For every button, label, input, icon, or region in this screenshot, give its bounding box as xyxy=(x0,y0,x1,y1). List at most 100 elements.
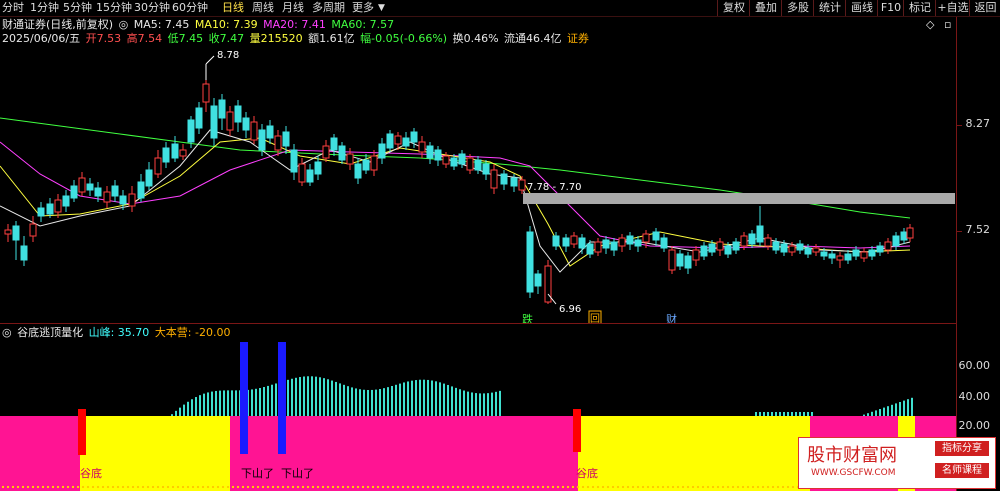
overlay-button[interactable]: 叠加 xyxy=(749,0,782,16)
dot xyxy=(387,486,389,488)
dot xyxy=(317,486,319,488)
more-dropdown-icon[interactable]: ▼ xyxy=(378,1,385,15)
dot xyxy=(142,486,144,488)
candle-body xyxy=(12,225,20,241)
settings-icon[interactable]: ◎ xyxy=(119,18,129,31)
candle-body xyxy=(394,135,402,145)
dot xyxy=(357,486,359,488)
candle-body xyxy=(402,137,410,147)
candle-body xyxy=(62,195,70,207)
period-tab-60min[interactable]: 60分钟 xyxy=(172,1,208,15)
dot xyxy=(662,486,664,488)
dot xyxy=(37,486,39,488)
dot xyxy=(742,486,744,488)
dot xyxy=(652,486,654,488)
period-tab-daily[interactable]: 日线 xyxy=(222,1,244,15)
candle-body xyxy=(906,227,914,239)
period-tab-timeshare[interactable]: 分时 xyxy=(2,1,24,15)
period-tab-5min[interactable]: 5分钟 xyxy=(63,1,92,15)
valley-signal xyxy=(573,409,581,452)
candle-body xyxy=(418,141,426,153)
ma10-value: MA10: 7.39 xyxy=(194,18,258,31)
period-tab-1min[interactable]: 1分钟 xyxy=(30,1,59,15)
period-toolbar: 分时 1分钟 5分钟 15分钟 30分钟 60分钟 日线 周线 月线 多周期 更… xyxy=(0,0,1000,17)
dot xyxy=(447,486,449,488)
dot xyxy=(182,486,184,488)
dot xyxy=(242,486,244,488)
dot xyxy=(267,486,269,488)
adjust-button[interactable]: 复权 xyxy=(717,0,750,16)
period-tab-more[interactable]: 更多 xyxy=(352,1,374,15)
period-tab-weekly[interactable]: 周线 xyxy=(252,1,274,15)
dot xyxy=(622,486,624,488)
dot xyxy=(782,486,784,488)
mark-button[interactable]: 标记 xyxy=(903,0,936,16)
candle-body xyxy=(804,247,812,255)
period-tab-15min[interactable]: 15分钟 xyxy=(96,1,132,15)
candle-body xyxy=(46,203,54,215)
dot xyxy=(762,486,764,488)
dot xyxy=(7,486,9,488)
range-band-label: 7.78 - 7.70 xyxy=(527,182,582,193)
candle-body xyxy=(796,243,804,251)
dot xyxy=(202,486,204,488)
candle-body xyxy=(490,169,498,189)
dot xyxy=(692,486,694,488)
dot xyxy=(157,486,159,488)
dot xyxy=(647,486,649,488)
change-value: 幅-0.05(-0.66%) xyxy=(360,32,448,45)
candle-body xyxy=(828,253,836,259)
stats-button[interactable]: 统计 xyxy=(813,0,846,16)
max-pointer xyxy=(205,55,215,65)
dot xyxy=(527,486,529,488)
dot xyxy=(497,486,499,488)
quote-line: 2025/06/06/五 开7.53 高7.54 低7.45 收7.47 量21… xyxy=(2,32,591,46)
dot xyxy=(272,486,274,488)
sector-label[interactable]: 证券 xyxy=(567,32,589,45)
close-value: 收7.47 xyxy=(208,32,245,45)
sell-signal xyxy=(278,342,286,454)
period-tab-monthly[interactable]: 月线 xyxy=(282,1,304,15)
dot xyxy=(42,486,44,488)
period-tab-multi[interactable]: 多周期 xyxy=(312,1,345,15)
dot xyxy=(502,486,504,488)
dot xyxy=(557,486,559,488)
ma5-value: MA5: 7.45 xyxy=(133,18,190,31)
dot xyxy=(682,486,684,488)
stock-title: 财通证券(日线,前复权) xyxy=(2,18,114,31)
candle-body xyxy=(534,273,542,287)
candle-body xyxy=(250,121,258,141)
period-tab-30min[interactable]: 30分钟 xyxy=(134,1,170,15)
axis-tick xyxy=(956,231,962,232)
candle-body xyxy=(482,163,490,175)
dot xyxy=(312,486,314,488)
diamond-icon[interactable]: ◇ xyxy=(926,18,934,31)
candle-body xyxy=(195,107,203,129)
add-watchlist-button[interactable]: +自选 xyxy=(935,0,970,16)
candlestick-chart[interactable]: 7.78 - 7.70 8.78 6.96 跌 回 财 xyxy=(0,46,956,324)
draw-line-button[interactable]: 画线 xyxy=(845,0,878,16)
dot xyxy=(537,486,539,488)
candle-body xyxy=(137,181,145,199)
dot xyxy=(62,486,64,488)
candle-body xyxy=(610,241,618,251)
watermark-tag: 指标分享 xyxy=(935,441,989,456)
candle-body xyxy=(370,155,378,171)
candle-body xyxy=(716,241,724,251)
back-button[interactable]: 返回 xyxy=(969,0,1000,16)
candle-body xyxy=(708,243,716,253)
f10-button[interactable]: F10 xyxy=(877,0,904,16)
indicator-axis-label: 60.00 xyxy=(958,359,991,372)
dot xyxy=(12,486,14,488)
candle-body xyxy=(740,235,748,247)
dot xyxy=(132,486,134,488)
dot xyxy=(127,486,129,488)
expand-icon[interactable]: ▫ xyxy=(944,18,951,31)
indicator-name[interactable]: 谷底逃顶量化 xyxy=(17,326,83,339)
indicator-title-row: ◎ 谷底逃顶量化 山峰: 35.70 大本营: -20.00 xyxy=(2,326,232,340)
descend-label: 下山了 xyxy=(281,467,314,480)
dot xyxy=(732,486,734,488)
candle-body xyxy=(54,199,62,213)
settings-icon[interactable]: ◎ xyxy=(2,326,12,339)
multi-stock-button[interactable]: 多股 xyxy=(781,0,814,16)
